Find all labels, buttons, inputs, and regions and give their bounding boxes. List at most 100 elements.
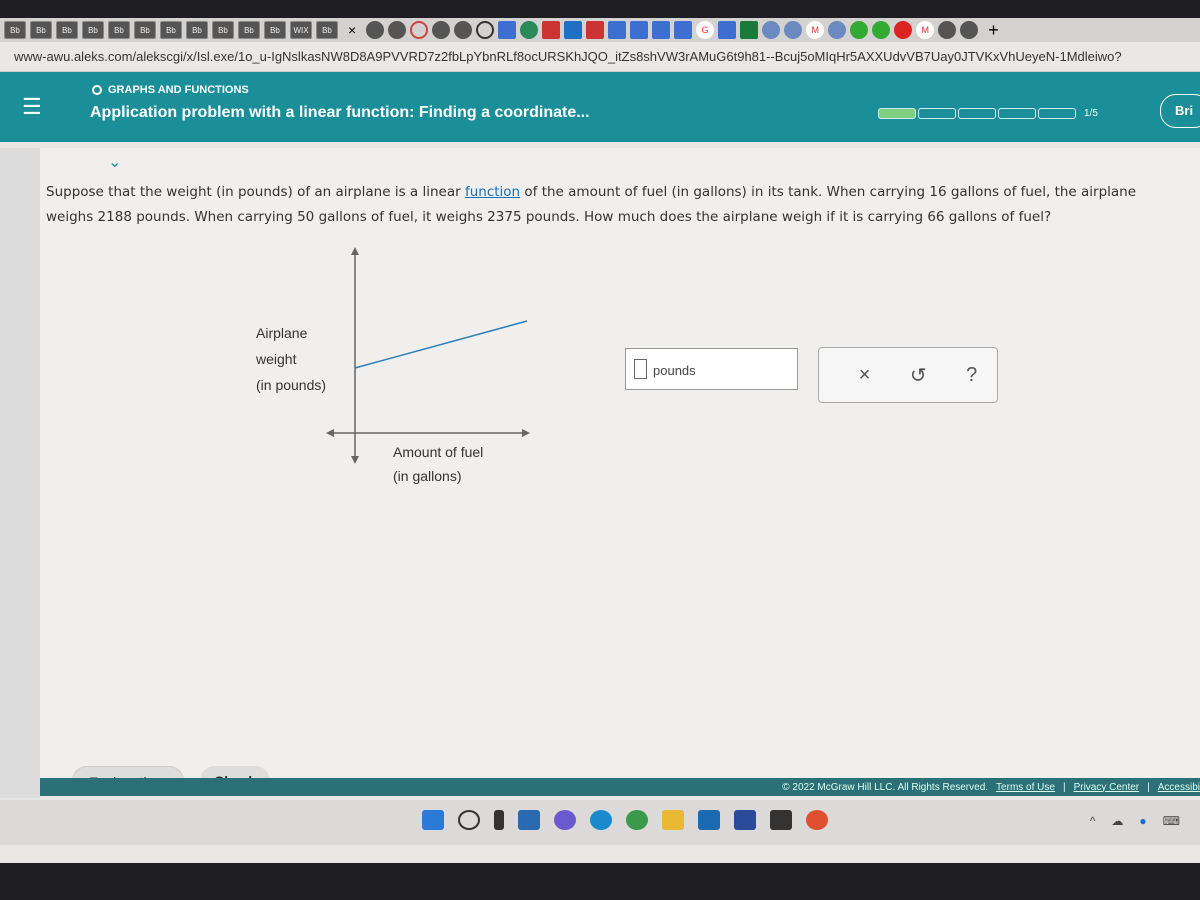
- axes-graph: [326, 247, 530, 464]
- browser-tab[interactable]: Bb: [82, 21, 104, 39]
- keyboard-icon[interactable]: ⌨: [1163, 814, 1180, 828]
- docs-favicon[interactable]: [652, 21, 671, 39]
- browser-tab[interactable]: Bb: [160, 21, 182, 39]
- gmail-favicon[interactable]: M: [916, 21, 935, 39]
- progress-segment: [918, 108, 956, 119]
- topic-status-icon: [92, 85, 102, 95]
- tab-favicon[interactable]: [960, 21, 979, 39]
- browser-tab[interactable]: Bb: [108, 21, 130, 39]
- progress-segment: [958, 108, 996, 119]
- browser-tab[interactable]: Bb: [186, 21, 208, 39]
- progress-label: 1/5: [1084, 108, 1098, 119]
- outlook-favicon[interactable]: [564, 21, 583, 39]
- tab-favicon[interactable]: [432, 21, 451, 39]
- browser-tab[interactable]: WIX: [290, 21, 312, 39]
- menu-icon[interactable]: ☰: [22, 94, 42, 120]
- tab-favicon[interactable]: [542, 21, 561, 39]
- sheets-favicon[interactable]: [740, 21, 759, 39]
- y-axis-label: Airplane weight (in pounds): [256, 320, 326, 398]
- progress-segment: [878, 108, 916, 119]
- tab-favicon[interactable]: [410, 21, 429, 39]
- browser-tab[interactable]: Bb: [212, 21, 234, 39]
- footer: © 2022 McGraw Hill LLC. All Rights Reser…: [40, 778, 1200, 796]
- tab-favicon[interactable]: [784, 21, 803, 39]
- accessibility-link[interactable]: Accessibi: [1158, 782, 1200, 793]
- search-icon[interactable]: [458, 810, 480, 830]
- edge-icon[interactable]: [590, 810, 612, 830]
- progress-segment: [1038, 108, 1076, 119]
- linear-function-line: [354, 320, 528, 369]
- docs-favicon[interactable]: [630, 21, 649, 39]
- topic-label: GRAPHS AND FUNCTIONS: [92, 84, 249, 96]
- chrome-icon[interactable]: [626, 810, 648, 830]
- docs-favicon[interactable]: [608, 21, 627, 39]
- tab-favicon[interactable]: [872, 21, 891, 39]
- app-icon[interactable]: [770, 810, 792, 830]
- divider: |: [1062, 781, 1066, 793]
- browser-tab[interactable]: Bb: [134, 21, 156, 39]
- new-tab-button[interactable]: +: [988, 20, 999, 41]
- task-view-icon[interactable]: [494, 810, 504, 830]
- tab-favicon[interactable]: [476, 21, 495, 39]
- collapse-chevron-icon[interactable]: ⌄: [108, 152, 121, 172]
- tab-favicon[interactable]: [828, 21, 847, 39]
- aleks-header: ☰ GRAPHS AND FUNCTIONS Application probl…: [0, 72, 1200, 142]
- answer-input[interactable]: pounds: [625, 348, 798, 390]
- browser-tab[interactable]: Bb: [316, 21, 338, 39]
- gmail-favicon[interactable]: M: [806, 21, 825, 39]
- tab-favicon[interactable]: [938, 21, 957, 39]
- function-link[interactable]: function: [465, 184, 520, 200]
- terms-link[interactable]: Terms of Use: [996, 782, 1055, 793]
- progress-segment: [998, 108, 1036, 119]
- bluetooth-icon[interactable]: ●: [1139, 814, 1146, 828]
- undo-icon[interactable]: ↺: [910, 363, 927, 388]
- x-label-line: (in gallons): [393, 468, 462, 484]
- mail-icon[interactable]: [698, 810, 720, 830]
- address-bar[interactable]: www-awu.aleks.com/alekscgi/x/Isl.exe/1o_…: [0, 42, 1200, 72]
- browser-tab[interactable]: Bb: [238, 21, 260, 39]
- browser-tab[interactable]: Bb: [264, 21, 286, 39]
- x-axis-arrow-right: [522, 429, 530, 437]
- docs-favicon[interactable]: [498, 21, 517, 39]
- tab-favicon[interactable]: [850, 21, 869, 39]
- y-label-line: weight: [256, 351, 297, 367]
- docs-favicon[interactable]: [718, 21, 737, 39]
- onedrive-icon[interactable]: ☁: [1111, 814, 1123, 828]
- google-favicon[interactable]: G: [696, 21, 715, 39]
- question-area: ⌄ Suppose that the weight (in pounds) of…: [40, 148, 1200, 796]
- system-tray: ^ ☁ ● ⌨: [1090, 814, 1180, 828]
- tab-favicon[interactable]: [894, 21, 913, 39]
- divider: |: [1147, 781, 1150, 793]
- tab-favicon[interactable]: [586, 21, 605, 39]
- maps-icon[interactable]: [806, 810, 828, 830]
- copyright: © 2022 McGraw Hill LLC. All Rights Reser…: [782, 781, 989, 793]
- answer-field[interactable]: [634, 359, 647, 379]
- windows-start-icon[interactable]: [422, 810, 444, 830]
- widgets-icon[interactable]: [518, 810, 540, 830]
- chevron-up-icon[interactable]: ^: [1090, 814, 1096, 828]
- taskbar: ^ ☁ ● ⌨: [0, 800, 1200, 845]
- unit-label: pounds: [653, 363, 696, 378]
- tab-favicon[interactable]: [454, 21, 473, 39]
- tab-favicon[interactable]: [366, 21, 385, 39]
- clear-icon[interactable]: ×: [859, 364, 871, 387]
- progress-bar: 1/5: [878, 108, 1098, 119]
- tab-favicon[interactable]: [762, 21, 781, 39]
- y-label-line: (in pounds): [256, 377, 327, 393]
- y-label-line: Airplane: [256, 325, 308, 341]
- close-tab-icon[interactable]: ×: [348, 22, 356, 38]
- store-icon[interactable]: [734, 810, 756, 830]
- tab-favicon[interactable]: [388, 21, 407, 39]
- brief-button[interactable]: Bri: [1160, 94, 1200, 128]
- help-icon[interactable]: ?: [966, 364, 977, 387]
- browser-tab[interactable]: Bb: [56, 21, 78, 39]
- privacy-link[interactable]: Privacy Center: [1074, 782, 1140, 793]
- docs-favicon[interactable]: [674, 21, 693, 39]
- browser-tab[interactable]: Bb: [4, 21, 26, 39]
- y-axis-arrow-down: [351, 456, 359, 464]
- file-explorer-icon[interactable]: [662, 810, 684, 830]
- answer-tools: × ↺ ?: [818, 347, 998, 403]
- tab-favicon[interactable]: [520, 21, 539, 39]
- browser-tab[interactable]: Bb: [30, 21, 52, 39]
- chat-icon[interactable]: [554, 810, 576, 830]
